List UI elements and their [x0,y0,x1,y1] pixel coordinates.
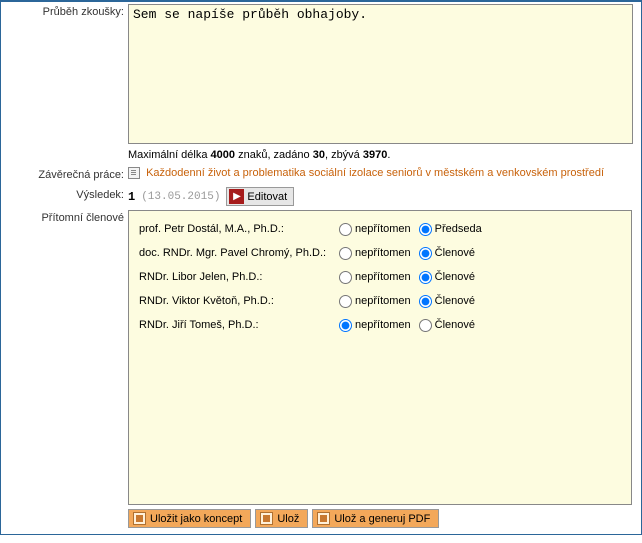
label-exam-course: Průběh zkoušky: [1,2,128,22]
member-role-option[interactable]: Členové [419,247,475,260]
member-absent-option[interactable]: nepřítomen [339,223,411,236]
member-absent-option[interactable]: nepřítomen [339,271,411,284]
member-row: prof. Petr Dostál, M.A., Ph.D.:nepřítome… [139,217,621,241]
radio-role[interactable] [419,319,432,332]
radio-role[interactable] [419,295,432,308]
row-members: Přítomní členové prof. Petr Dostál, M.A.… [1,208,641,534]
row-thesis: Závěrečná práce: Každodenní život a prob… [1,165,641,185]
exam-course-textarea[interactable]: Sem se napíše průběh obhajoby. [128,4,633,144]
radio-absent[interactable] [339,271,352,284]
member-absent-option[interactable]: nepřítomen [339,247,411,260]
member-absent-option[interactable]: nepřítomen [339,319,411,332]
save-icon [317,512,330,525]
thesis-link[interactable]: Každodenní život a problematika sociální… [146,167,604,179]
radio-absent[interactable] [339,223,352,236]
document-icon [128,167,140,179]
radio-absent[interactable] [339,295,352,308]
row-exam-course: Průběh zkoušky: Sem se napíše průběh obh… [1,2,641,165]
save-icon [133,512,146,525]
member-row: doc. RNDr. Mgr. Pavel Chromý, Ph.D.:nepř… [139,241,621,265]
member-role-option[interactable]: Členové [419,319,475,332]
member-name: prof. Petr Dostál, M.A., Ph.D.: [139,223,339,235]
button-row: Uložit jako koncept Ulož Ulož a generuj … [128,505,637,532]
member-role-option[interactable]: Členové [419,271,475,284]
label-result: Výsledek: [1,185,128,205]
member-name: RNDr. Viktor Květoň, Ph.D.: [139,295,339,307]
member-row: RNDr. Jiří Tomeš, Ph.D.:nepřítomen Členov… [139,313,621,337]
edit-icon: ▶ [229,189,244,204]
member-name: doc. RNDr. Mgr. Pavel Chromý, Ph.D.: [139,247,339,259]
member-name: RNDr. Jiří Tomeš, Ph.D.: [139,319,339,331]
row-result: Výsledek: 1 (13.05.2015) ▶ Editovat [1,185,641,208]
member-row: RNDr. Viktor Květoň, Ph.D.:nepřítomen Čle… [139,289,621,313]
member-role-option[interactable]: Členové [419,295,475,308]
label-members: Přítomní členové [1,208,128,228]
radio-role[interactable] [419,223,432,236]
radio-absent[interactable] [339,247,352,260]
member-name: RNDr. Libor Jelen, Ph.D.: [139,271,339,283]
form-container: Průběh zkoušky: Sem se napíše průběh obh… [0,0,642,535]
save-icon [260,512,273,525]
result-number: 1 [128,190,135,204]
save-pdf-button[interactable]: Ulož a generuj PDF [312,509,439,528]
members-box: prof. Petr Dostál, M.A., Ph.D.:nepřítome… [128,210,632,505]
member-role-option[interactable]: Předseda [419,223,482,236]
radio-role[interactable] [419,271,432,284]
member-row: RNDr. Libor Jelen, Ph.D.:nepřítomen Členo… [139,265,621,289]
radio-role[interactable] [419,247,432,260]
result-date: (13.05.2015) [141,191,220,203]
maxlen-info: Maximální délka 4000 znaků, zadáno 30, z… [128,147,637,163]
save-draft-button[interactable]: Uložit jako koncept [128,509,251,528]
member-absent-option[interactable]: nepřítomen [339,295,411,308]
edit-button[interactable]: ▶ Editovat [226,187,294,206]
radio-absent[interactable] [339,319,352,332]
label-thesis: Závěrečná práce: [1,165,128,185]
save-button[interactable]: Ulož [255,509,308,528]
